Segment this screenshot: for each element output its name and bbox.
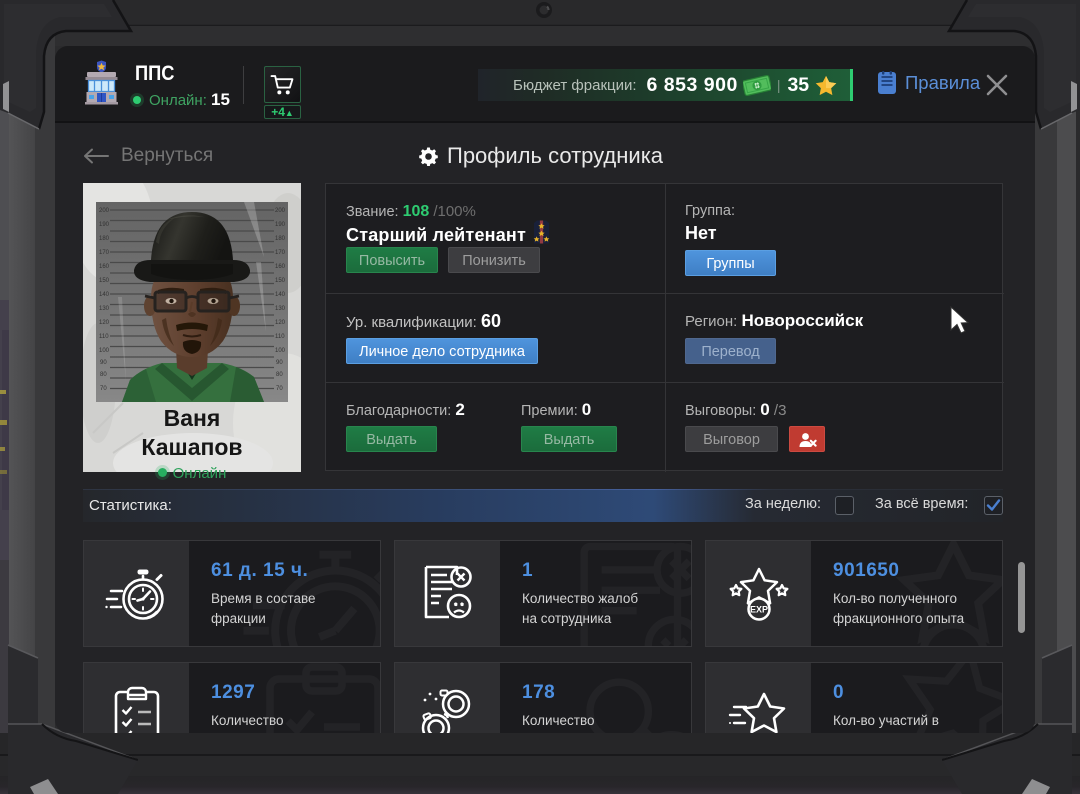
svg-text:160: 160 xyxy=(99,264,110,270)
svg-text:70: 70 xyxy=(276,386,283,392)
svg-text:140: 140 xyxy=(275,292,286,298)
svg-text:80: 80 xyxy=(276,372,283,378)
svg-text:130: 130 xyxy=(99,306,110,312)
svg-text:160: 160 xyxy=(275,264,286,270)
svg-text:120: 120 xyxy=(275,320,286,326)
svg-text:170: 170 xyxy=(99,250,110,256)
svg-text:110: 110 xyxy=(275,334,285,340)
svg-text:100: 100 xyxy=(275,348,286,354)
svg-text:150: 150 xyxy=(275,278,286,284)
svg-text:90: 90 xyxy=(100,360,107,366)
svg-text:80: 80 xyxy=(100,372,107,378)
svg-text:200: 200 xyxy=(99,208,110,214)
svg-text:200: 200 xyxy=(275,208,286,214)
svg-text:120: 120 xyxy=(99,320,110,326)
svg-text:150: 150 xyxy=(99,278,110,284)
svg-text:190: 190 xyxy=(275,222,286,228)
svg-text:170: 170 xyxy=(275,250,286,256)
svg-text:180: 180 xyxy=(275,236,286,242)
svg-text:140: 140 xyxy=(99,292,110,298)
svg-text:100: 100 xyxy=(99,348,110,354)
svg-text:130: 130 xyxy=(275,306,286,312)
svg-text:180: 180 xyxy=(99,236,110,242)
svg-text:190: 190 xyxy=(99,222,110,228)
svg-text:110: 110 xyxy=(99,334,109,340)
svg-text:70: 70 xyxy=(100,386,107,392)
svg-text:EXP: EXP xyxy=(749,604,767,614)
svg-text:90: 90 xyxy=(276,360,283,366)
